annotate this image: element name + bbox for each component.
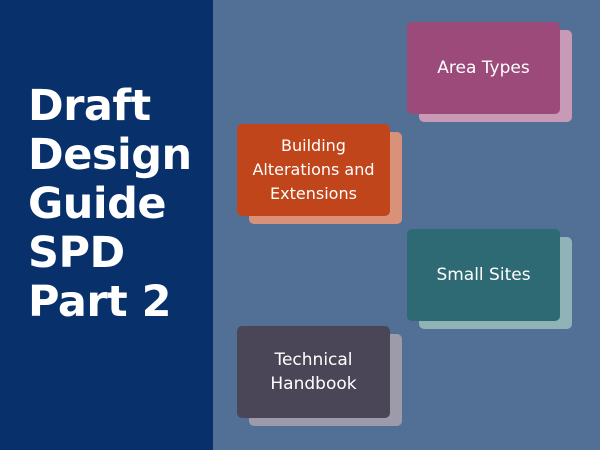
area-types-card[interactable]: Area Types [407, 22, 572, 122]
building-alterations-card[interactable]: Building Alterations and Extensions [237, 124, 402, 224]
building-alterations-card-label: Building Alterations and Extensions [237, 124, 390, 216]
technical-handbook-card[interactable]: Technical Handbook [237, 326, 402, 426]
title-line-4: SPD [28, 228, 125, 278]
title-line-2: Design [28, 130, 192, 180]
small-sites-card[interactable]: Small Sites [407, 229, 572, 329]
area-types-card-label: Area Types [407, 22, 560, 114]
small-sites-card-label: Small Sites [407, 229, 560, 321]
title-line-5: Part 2 [28, 277, 172, 327]
slide: Draft Design Guide SPD Part 2 Area Types… [0, 0, 600, 450]
title-line-1: Draft [28, 81, 151, 131]
title-panel: Draft Design Guide SPD Part 2 [0, 0, 213, 450]
technical-handbook-card-label: Technical Handbook [237, 326, 390, 418]
title-line-3: Guide [28, 179, 167, 229]
page-title: Draft Design Guide SPD Part 2 [28, 82, 208, 327]
